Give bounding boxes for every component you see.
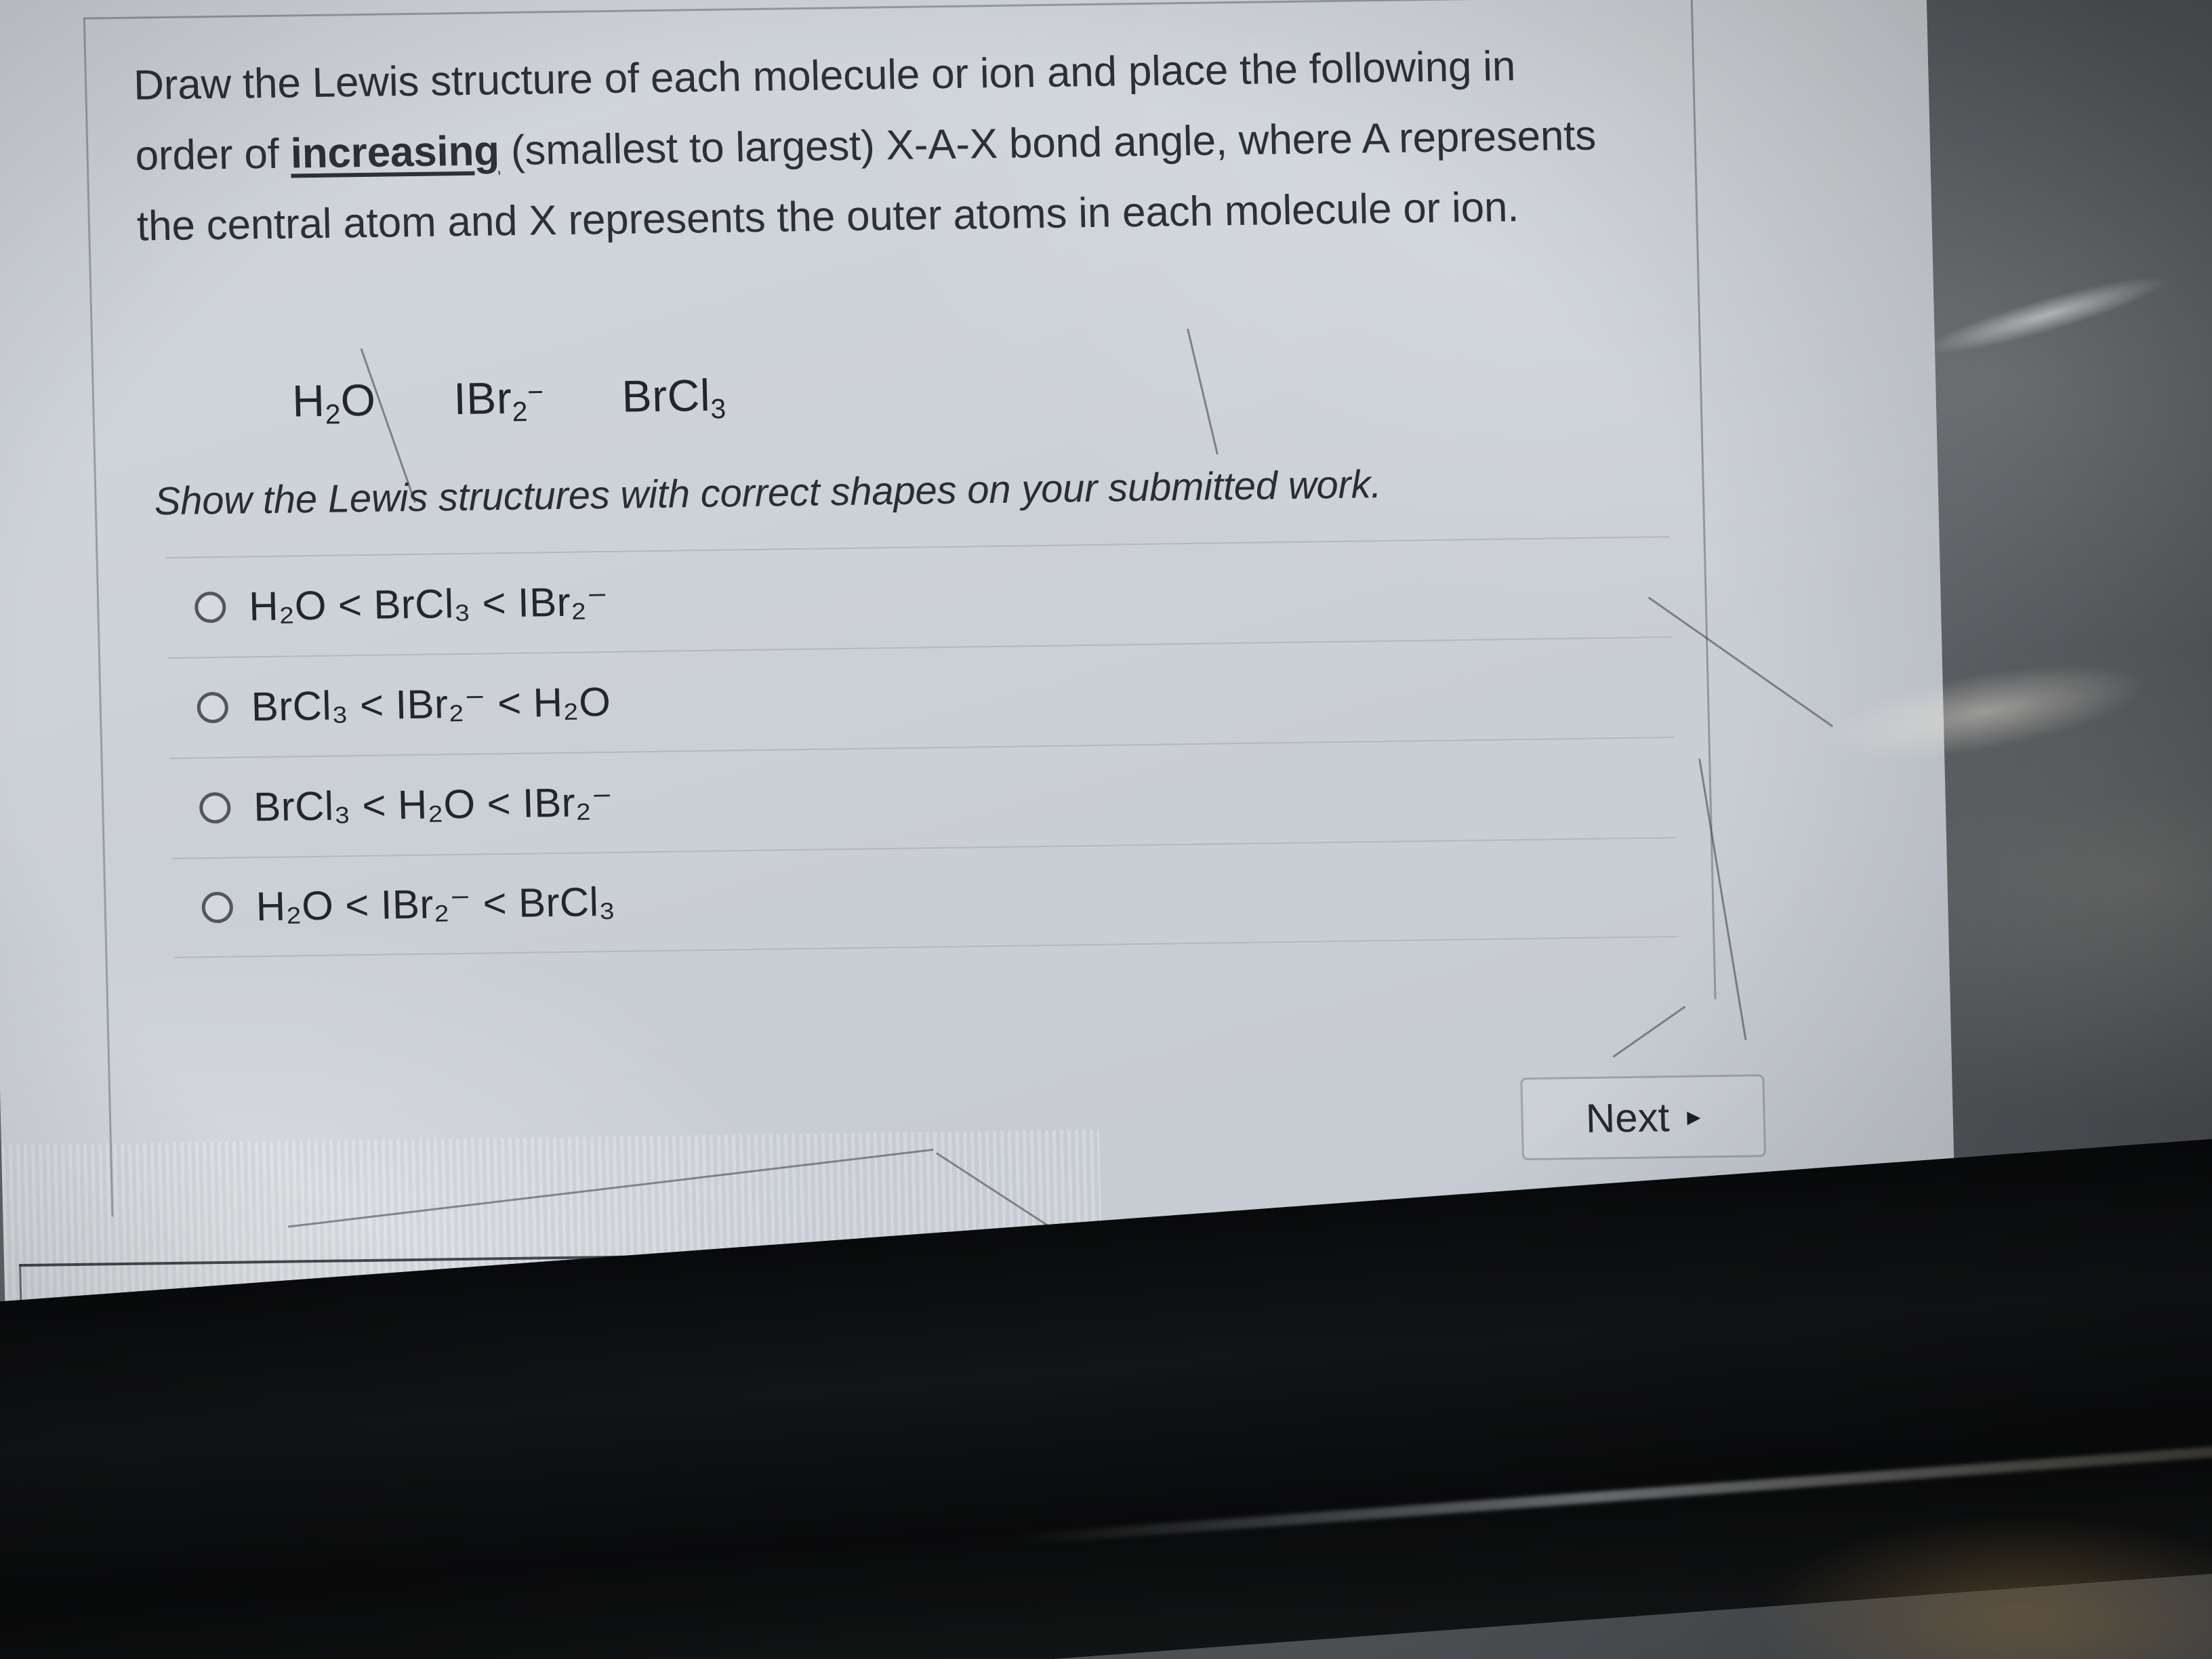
screen-scratch bbox=[1187, 328, 1218, 455]
screen-scratch bbox=[1698, 758, 1747, 1040]
next-button[interactable]: Next ▸ bbox=[1520, 1074, 1767, 1161]
bezel-warm-reflection bbox=[1602, 1415, 2212, 1659]
screen-scratch bbox=[1612, 1006, 1686, 1058]
answer-option-label: H₂O < IBr₂⁻ < BrCl₃ bbox=[255, 878, 616, 930]
radio-option-1[interactable] bbox=[194, 591, 226, 623]
answer-options-list: H₂O < BrCl₃ < IBr₂⁻ BrCl₃ < IBr₂⁻ < H₂O … bbox=[165, 536, 1679, 958]
emphasis-increasing: increasing bbox=[289, 127, 500, 178]
radio-option-4[interactable] bbox=[201, 891, 234, 924]
chevron-right-icon: ▸ bbox=[1686, 1101, 1701, 1132]
formula-ibr2-minus: IBr2− bbox=[453, 372, 545, 428]
answer-option-label: BrCl₃ < IBr₂⁻ < H₂O bbox=[251, 678, 611, 730]
question-card-right-border bbox=[1689, 0, 1717, 1000]
question-prompt: Draw the Lewis structure of each molecul… bbox=[133, 29, 1683, 262]
screen-scratch bbox=[287, 1148, 934, 1228]
next-button-label: Next bbox=[1585, 1094, 1671, 1141]
monitor-photo-scene: Question 8 Draw the Lewis structure of e… bbox=[0, 0, 2212, 1659]
question-card-left-border bbox=[83, 17, 114, 1217]
question-header-divider bbox=[83, 0, 1689, 20]
answer-option-label: BrCl₃ < H₂O < IBr₂⁻ bbox=[253, 779, 614, 830]
answer-option-label: H₂O < BrCl₃ < IBr₂⁻ bbox=[248, 578, 609, 630]
formula-h2o: H2O bbox=[291, 374, 377, 430]
radio-option-3[interactable] bbox=[199, 792, 231, 824]
radio-option-2[interactable] bbox=[197, 691, 229, 724]
screen-scratch bbox=[1647, 596, 1834, 728]
submitted-work-instruction: Show the Lewis structures with correct s… bbox=[153, 462, 1382, 524]
formula-list: H2O IBr2− BrCl3 bbox=[291, 369, 726, 431]
list-item[interactable]: H₂O < IBr₂⁻ < BrCl₃ bbox=[172, 836, 1679, 958]
formula-brcl3: BrCl3 bbox=[621, 369, 727, 425]
question-line-2-post: (smallest to largest) X-A-X bond angle, … bbox=[499, 112, 1597, 175]
question-line-2-pre: order of bbox=[134, 130, 291, 180]
